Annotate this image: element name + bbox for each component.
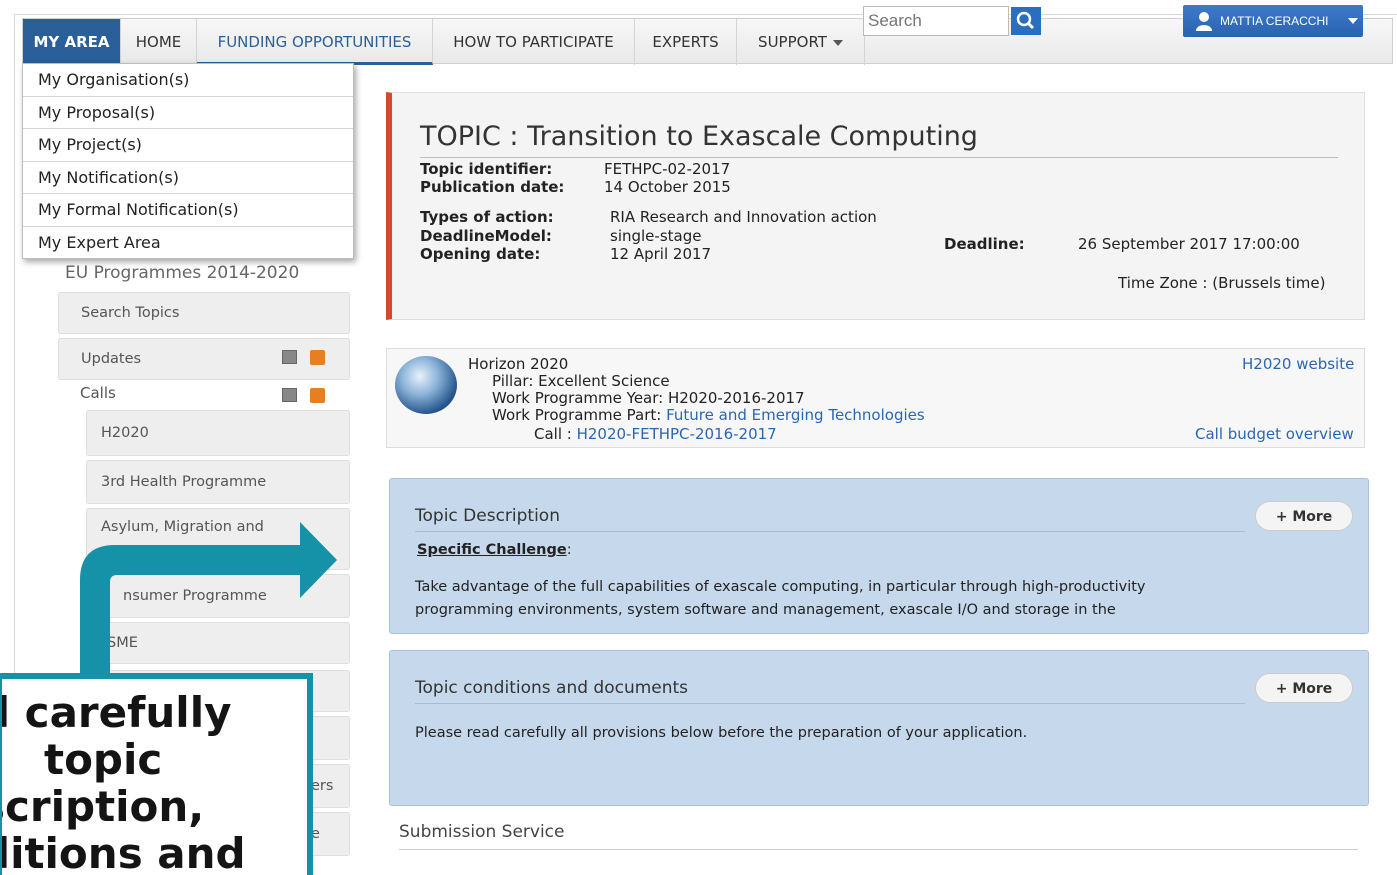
callout-line: topic [44, 735, 163, 784]
callout-box: d carefully topic scription, ditions and [0, 673, 313, 875]
callout-line: d carefully [0, 688, 232, 737]
callout-text: d carefully topic scription, ditions and [0, 688, 307, 875]
callout-line: ditions and [0, 829, 246, 875]
callout-line: scription, [0, 782, 205, 831]
